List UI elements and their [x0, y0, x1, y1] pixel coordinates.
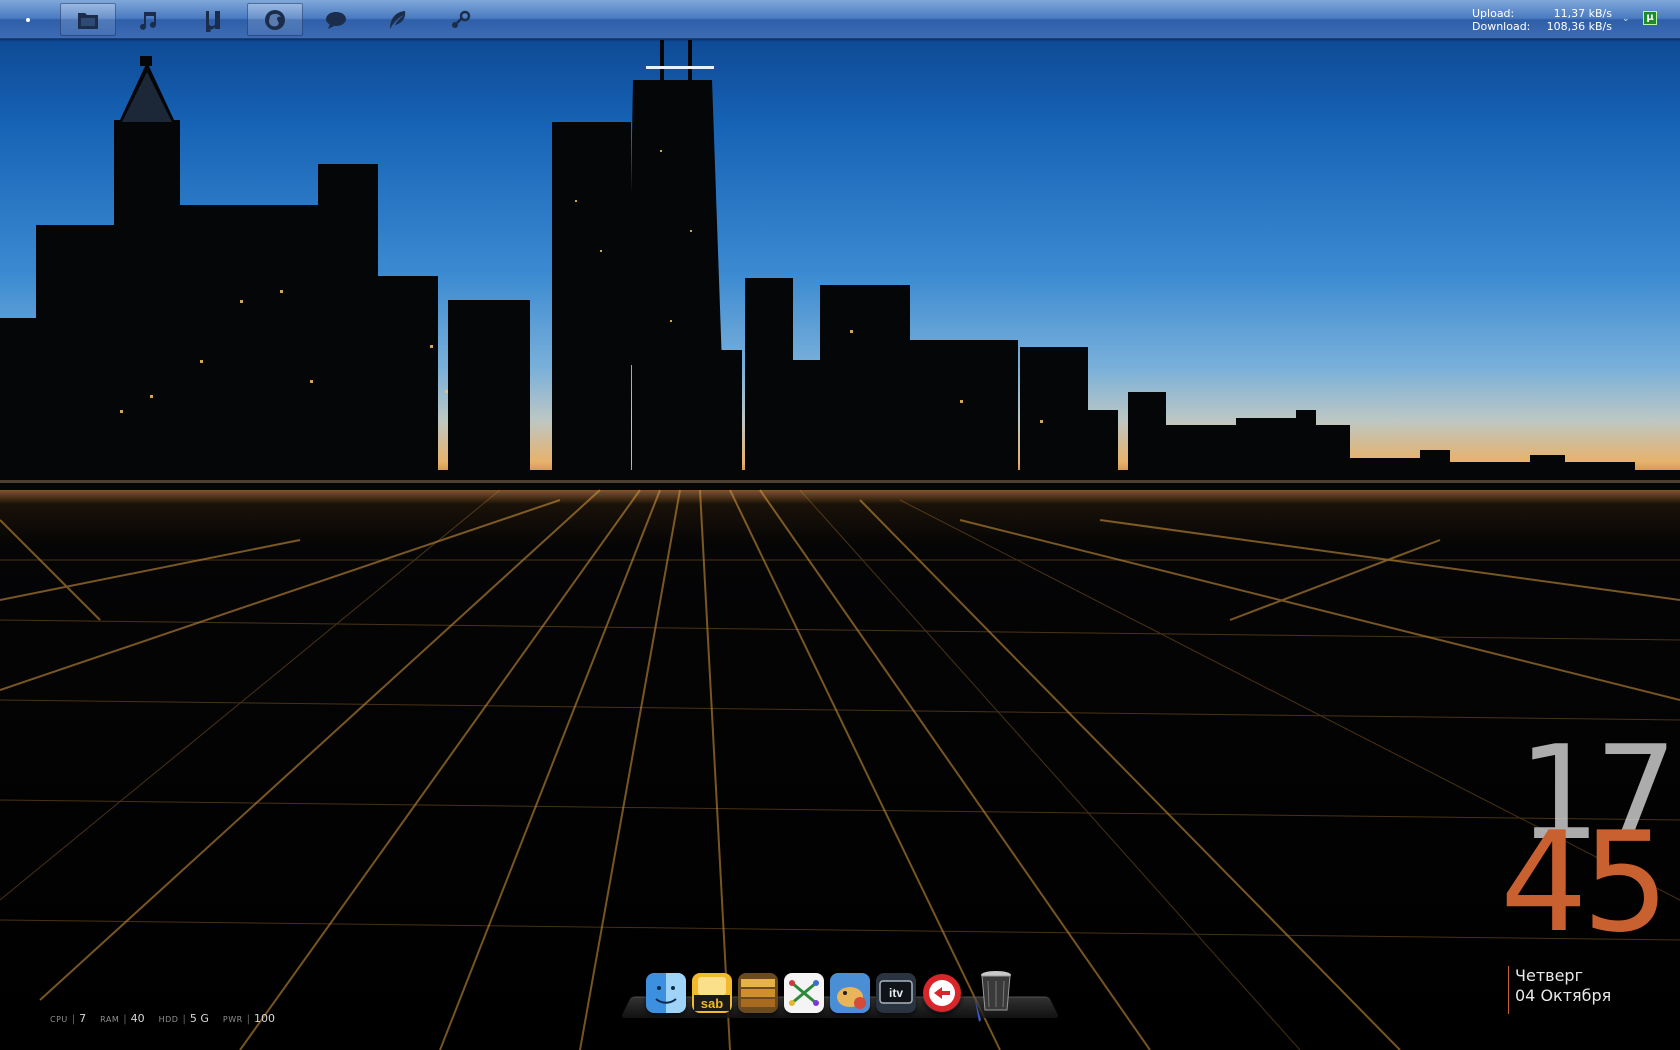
upload-label: Upload:: [1472, 7, 1515, 20]
stat-label: HDD: [158, 1015, 179, 1024]
feather-launcher-button[interactable]: [370, 3, 426, 36]
stat-hdd: HDD | 5 G: [159, 1012, 209, 1025]
utorrent-tray-icon[interactable]: μ: [1643, 11, 1657, 25]
itv-text: itv: [889, 986, 903, 1000]
clock-minute: 45: [1500, 802, 1670, 963]
files-launcher-button[interactable]: [60, 3, 116, 36]
stat-label: RAM: [100, 1015, 120, 1024]
stat-value: 7: [79, 1012, 87, 1025]
cyberduck-icon[interactable]: [830, 973, 870, 1013]
stat-cpu: CPU | 7: [50, 1012, 86, 1025]
stat-ram: RAM | 40: [100, 1012, 144, 1025]
steam-launcher-button[interactable]: [432, 3, 488, 36]
desktop-wallpaper: [0, 0, 1680, 1050]
itv-icon[interactable]: itv: [876, 973, 916, 1013]
city-skyline: [0, 40, 1680, 1050]
system-stats: CPU | 7 RAM | 40 HDD | 5 G PWR | 100: [50, 1012, 275, 1025]
weekday-label: Четверг: [1515, 966, 1583, 985]
stat-value: 100: [254, 1012, 276, 1025]
date-widget: Четверг 04 Октября: [1508, 966, 1611, 1014]
stat-separator: |: [246, 1014, 251, 1025]
chat-icon: [326, 11, 346, 29]
music-launcher-button[interactable]: [120, 3, 176, 36]
download-value: 108,36 kB/s: [1546, 20, 1612, 33]
dock: sab itv: [646, 967, 1018, 1013]
sabnzbd-icon[interactable]: sab: [692, 973, 732, 1013]
stat-pwr: PWR | 100: [223, 1012, 275, 1025]
stat-value: 40: [130, 1012, 145, 1025]
sab-text: sab: [701, 996, 723, 1011]
firefox-icon: [265, 9, 285, 30]
dock-running-indicator-icon: [975, 1000, 981, 1022]
stat-separator: |: [71, 1014, 76, 1025]
chat-launcher-button[interactable]: [308, 3, 364, 36]
chevron-down-icon[interactable]: ⌄: [1622, 13, 1630, 24]
utorrent-icon: [204, 10, 220, 32]
files-icon: [78, 12, 98, 29]
menu-dot-icon[interactable]: [20, 12, 35, 27]
utorrent-launcher-button[interactable]: [184, 3, 240, 36]
finder-icon[interactable]: [646, 973, 686, 1013]
music-icon: [140, 11, 157, 30]
network-monitor: Upload: 11,37 kB/s Download: 108,36 kB/s: [1472, 7, 1612, 33]
firefox-launcher-button[interactable]: [247, 3, 303, 36]
trash-icon[interactable]: [978, 967, 1018, 1013]
feather-icon: [390, 10, 406, 29]
stat-separator: |: [123, 1014, 127, 1025]
stat-label: CPU: [50, 1015, 68, 1024]
redapp-icon[interactable]: [922, 973, 962, 1013]
download-label: Download:: [1472, 20, 1531, 33]
upload-value: 11,37 kB/s: [1553, 7, 1612, 20]
archive-icon[interactable]: [738, 973, 778, 1013]
stat-value: 5 G: [189, 1012, 209, 1025]
stat-separator: |: [182, 1014, 186, 1025]
date-label: 04 Октября: [1515, 986, 1612, 1005]
top-panel: Upload: 11,37 kB/s Download: 108,36 kB/s…: [0, 0, 1680, 39]
network-app-icon[interactable]: [784, 973, 824, 1013]
steam-icon: [452, 10, 471, 28]
stat-label: PWR: [222, 1015, 243, 1024]
